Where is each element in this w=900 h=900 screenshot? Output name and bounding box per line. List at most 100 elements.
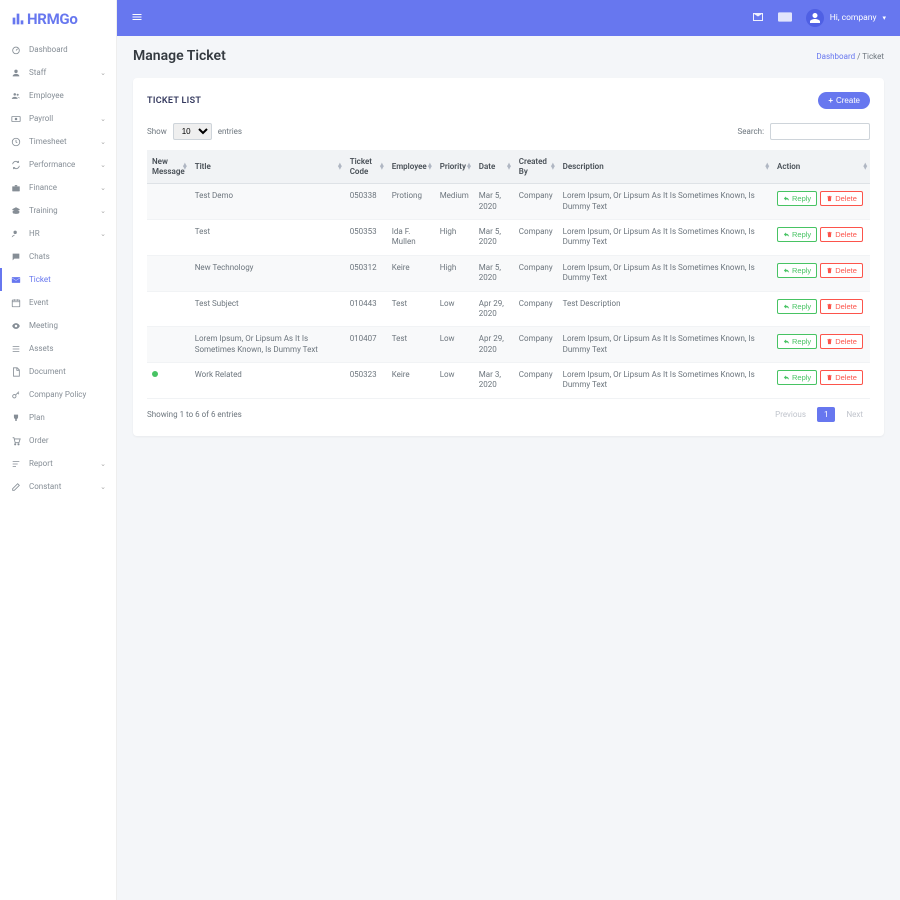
avatar-icon xyxy=(806,9,824,27)
cell-title: Work Related xyxy=(190,363,345,399)
user-greeting: Hi, company xyxy=(830,13,877,23)
sidebar-item-meeting[interactable]: Meeting xyxy=(0,314,116,337)
sidebar-item-company-policy[interactable]: Company Policy xyxy=(0,383,116,406)
breadcrumb-home[interactable]: Dashboard xyxy=(816,52,855,61)
sidebar-item-employee[interactable]: Employee xyxy=(0,84,116,107)
cell-code: 050353 xyxy=(345,219,387,255)
entries-select[interactable]: 10 xyxy=(173,123,212,140)
sidebar-item-label: HR xyxy=(29,229,100,238)
cell-action: Reply Delete xyxy=(772,255,870,291)
sidebar-item-label: Assets xyxy=(29,344,106,353)
cell-code: 010407 xyxy=(345,327,387,363)
delete-button[interactable]: Delete xyxy=(820,370,863,385)
cell-description: Lorem Ipsum, Or Lipsum As It Is Sometime… xyxy=(558,255,772,291)
table-header-employee[interactable]: Employee▴▾ xyxy=(387,150,435,184)
sidebar-item-performance[interactable]: Performance⌄ xyxy=(0,153,116,176)
sidebar-item-order[interactable]: Order xyxy=(0,429,116,452)
cell-priority: Low xyxy=(435,291,474,327)
grad-icon xyxy=(10,205,21,216)
cell-description: Test Description xyxy=(558,291,772,327)
cell-employee: Test xyxy=(387,291,435,327)
cell-description: Lorem Ipsum, Or Lipsum As It Is Sometime… xyxy=(558,219,772,255)
calendar-icon xyxy=(10,297,21,308)
sidebar-item-timesheet[interactable]: Timesheet⌄ xyxy=(0,130,116,153)
table-header-ticket-code[interactable]: Ticket Code▴▾ xyxy=(345,150,387,184)
create-button[interactable]: Create xyxy=(818,92,870,109)
table-row: Test050353Ida F. MullenHighMar 5, 2020Co… xyxy=(147,219,870,255)
tickets-table: New Message▴▾Title▴▾Ticket Code▴▾Employe… xyxy=(147,150,870,399)
sidebar-item-label: Staff xyxy=(29,68,100,77)
sidebar-item-payroll[interactable]: Payroll⌄ xyxy=(0,107,116,130)
cell-title: New Technology xyxy=(190,255,345,291)
chat-icon xyxy=(10,251,21,262)
logo-text: HRMGo xyxy=(27,10,78,28)
sidebar-item-staff[interactable]: Staff⌄ xyxy=(0,61,116,84)
delete-button[interactable]: Delete xyxy=(820,263,863,278)
header: Hi, company ▾ xyxy=(117,0,900,36)
menu-toggle-icon[interactable] xyxy=(131,11,143,26)
clock-icon xyxy=(10,136,21,147)
sidebar-item-dashboard[interactable]: Dashboard xyxy=(0,38,116,61)
logo[interactable]: HRMGo xyxy=(0,6,116,38)
reply-button[interactable]: Reply xyxy=(777,191,817,206)
cell-code: 050312 xyxy=(345,255,387,291)
delete-button[interactable]: Delete xyxy=(820,227,863,242)
table-header-new-message[interactable]: New Message▴▾ xyxy=(147,150,190,184)
cell-title: Test Demo xyxy=(190,184,345,220)
sidebar-item-label: Employee xyxy=(29,91,106,100)
sidebar-item-constant[interactable]: Constant⌄ xyxy=(0,475,116,498)
mail-icon xyxy=(10,274,21,285)
breadcrumb-current: Ticket xyxy=(862,52,884,61)
logo-icon xyxy=(10,11,26,27)
sort-icon: ▴▾ xyxy=(863,163,867,170)
reply-button[interactable]: Reply xyxy=(777,227,817,242)
pagination-page-1[interactable]: 1 xyxy=(817,407,836,422)
pagination-next[interactable]: Next xyxy=(839,407,870,422)
pagination-previous[interactable]: Previous xyxy=(768,407,813,422)
sidebar-item-document[interactable]: Document xyxy=(0,360,116,383)
cell-title: Test xyxy=(190,219,345,255)
sidebar-item-assets[interactable]: Assets xyxy=(0,337,116,360)
table-header-date[interactable]: Date▴▾ xyxy=(474,150,514,184)
cell-new xyxy=(147,184,190,220)
search-input[interactable] xyxy=(770,123,870,140)
reply-button[interactable]: Reply xyxy=(777,299,817,314)
page-title: Manage Ticket xyxy=(133,48,226,64)
sidebar-item-plan[interactable]: Plan xyxy=(0,406,116,429)
main-content: Hi, company ▾ Manage Ticket Dashboard / … xyxy=(117,0,900,900)
bars-icon xyxy=(10,458,21,469)
sidebar-item-report[interactable]: Report⌄ xyxy=(0,452,116,475)
reply-button[interactable]: Reply xyxy=(777,370,817,385)
breadcrumb: Dashboard / Ticket xyxy=(816,52,884,61)
delete-button[interactable]: Delete xyxy=(820,191,863,206)
user-menu[interactable]: Hi, company ▾ xyxy=(806,9,886,27)
language-icon[interactable] xyxy=(778,12,792,25)
sort-icon: ▴▾ xyxy=(507,163,511,170)
reply-button[interactable]: Reply xyxy=(777,263,817,278)
sidebar-item-training[interactable]: Training⌄ xyxy=(0,199,116,222)
mail-icon[interactable] xyxy=(752,11,764,26)
table-header-description[interactable]: Description▴▾ xyxy=(558,150,772,184)
cell-created-by: Company xyxy=(514,184,558,220)
sidebar-item-chats[interactable]: Chats xyxy=(0,245,116,268)
sidebar-item-finance[interactable]: Finance⌄ xyxy=(0,176,116,199)
delete-button[interactable]: Delete xyxy=(820,334,863,349)
table-header-title[interactable]: Title▴▾ xyxy=(190,150,345,184)
reply-button[interactable]: Reply xyxy=(777,334,817,349)
sidebar-item-hr[interactable]: HR⌄ xyxy=(0,222,116,245)
cell-date: Apr 29, 2020 xyxy=(474,327,514,363)
sidebar-item-label: Timesheet xyxy=(29,137,100,146)
cell-action: Reply Delete xyxy=(772,219,870,255)
cell-employee: Ida F. Mullen xyxy=(387,219,435,255)
table-header-priority[interactable]: Priority▴▾ xyxy=(435,150,474,184)
key-icon xyxy=(10,389,21,400)
table-header-action[interactable]: Action▴▾ xyxy=(772,150,870,184)
chevron-down-icon: ⌄ xyxy=(100,483,106,491)
delete-button[interactable]: Delete xyxy=(820,299,863,314)
chevron-down-icon: ⌄ xyxy=(100,161,106,169)
table-header-created-by[interactable]: Created By▴▾ xyxy=(514,150,558,184)
cell-description: Lorem Ipsum, Or Lipsum As It Is Sometime… xyxy=(558,363,772,399)
cell-description: Lorem Ipsum, Or Lipsum As It Is Sometime… xyxy=(558,327,772,363)
sidebar-item-event[interactable]: Event xyxy=(0,291,116,314)
sidebar-item-ticket[interactable]: Ticket xyxy=(0,268,116,291)
